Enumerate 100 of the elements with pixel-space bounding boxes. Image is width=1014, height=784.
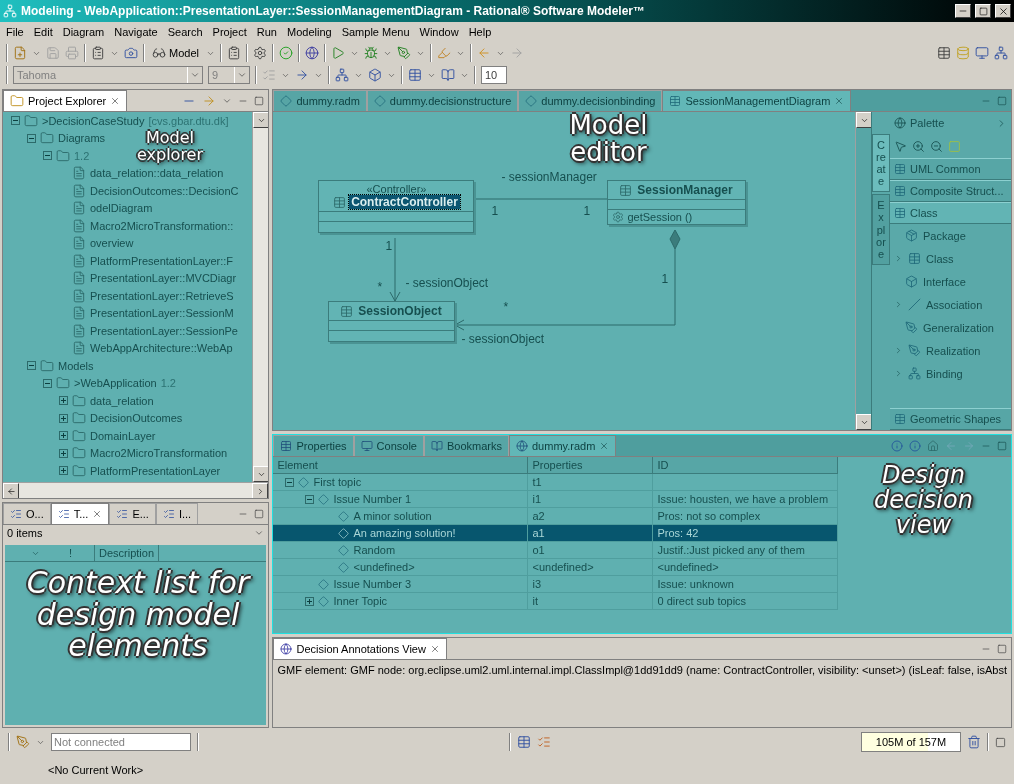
tree-item[interactable]: PlatformPresentationLayer::F [90,254,234,267]
tree-item[interactable]: >WebApplication [74,377,157,390]
panel-tab[interactable]: T... [50,503,110,524]
tree-item[interactable]: Macro2MicroTransformation:: [90,219,234,232]
menu-item[interactable]: File [6,26,24,38]
table-cell[interactable]: An amazing solution! [273,525,529,542]
monitor-icon[interactable] [975,46,989,60]
editor-tab[interactable]: dummy.radm [273,90,367,111]
menu-item[interactable]: Help [468,26,492,38]
palette-side-tab[interactable]: Explore [872,194,890,265]
panel-tab[interactable]: E... [109,503,156,524]
tree-item[interactable]: data_relation::data_relation [90,167,224,180]
run-icon[interactable] [330,46,345,60]
info-icon[interactable] [891,439,903,452]
maximize-icon[interactable] [997,643,1007,654]
table-cell[interactable]: Random [273,542,529,559]
column-header[interactable]: ! [65,545,95,562]
palette-tool[interactable]: Class [890,247,1011,270]
menu-item[interactable]: Edit [33,26,53,38]
editor-tab[interactable]: dummy.decisionbinding [518,90,663,111]
expand-toggle-icon[interactable] [305,596,315,606]
clipboard-icon[interactable] [226,46,241,60]
column-header[interactable]: Element [273,457,529,474]
expand-toggle-icon[interactable] [285,477,295,487]
editor-tab[interactable]: SessionManagementDiagram [662,90,852,111]
maximize-button[interactable] [975,4,991,18]
tree-item[interactable]: WebAppArchitecture::WebAp [90,342,233,355]
expand-toggle-icon[interactable] [27,133,36,143]
column-header[interactable]: Description [95,545,160,562]
table-cell[interactable]: First topic [273,474,529,491]
info-icon[interactable] [909,439,921,452]
menu-item[interactable]: Search [167,26,203,38]
table-cell[interactable]: Issue Number 3 [273,576,529,593]
menu-item[interactable]: Navigate [114,26,158,38]
print-icon[interactable] [65,46,79,60]
expand-toggle-icon[interactable] [59,431,68,441]
maximize-icon[interactable] [254,508,265,519]
menu-item[interactable]: Window [419,26,459,38]
palette-tool[interactable]: Binding [890,362,1011,385]
palette-tool[interactable]: Generalization [890,316,1011,339]
menu-item[interactable]: Diagram [62,26,105,38]
scroll-right-button[interactable] [252,483,269,498]
panel-tab[interactable]: Properties [273,435,354,456]
expand-toggle-icon[interactable] [59,466,68,476]
diagram-icon[interactable] [994,46,1008,60]
expand-toggle-icon[interactable] [59,448,68,458]
globe-icon[interactable] [304,46,319,60]
class-name[interactable]: ContractController [349,195,460,209]
tree-item[interactable]: DecisionOutcomes [90,412,183,425]
tree-item[interactable]: DomainLayer [90,429,156,442]
select-icon[interactable] [894,139,907,153]
tree-item[interactable]: PresentationLayer::SessionM [90,307,234,320]
home-icon[interactable] [927,439,939,452]
class-box[interactable]: SessionObject [328,301,456,342]
scroll-down-button[interactable] [253,466,269,482]
scroll-up-button[interactable] [856,112,872,128]
class-name[interactable]: SessionManager [635,183,735,197]
palette-drawer[interactable]: Composite Struct... [890,180,1011,202]
tree-item[interactable]: PresentationLayer::SessionPe [90,324,238,337]
expand-toggle-icon[interactable] [43,378,52,388]
table-icon[interactable] [937,46,951,60]
expand-toggle-icon[interactable] [27,361,36,371]
class-name[interactable]: SessionObject [356,304,444,318]
tree-item[interactable]: odelDiagram [90,202,153,215]
panel-tab[interactable]: Bookmarks [423,435,509,456]
expand-toggle-icon[interactable] [59,396,68,406]
database-icon[interactable] [956,46,970,60]
tree-item[interactable]: data_relation [90,394,154,407]
debug-icon[interactable] [363,46,378,60]
tree-item[interactable]: overview [90,237,134,250]
close-icon[interactable] [834,96,845,106]
palette-tool[interactable]: Package [890,224,1011,247]
palette-drawer[interactable]: UML Common [890,158,1011,180]
expand-toggle-icon[interactable] [305,494,315,504]
close-button[interactable] [995,4,1011,18]
forward-icon[interactable] [509,46,524,60]
table-cell[interactable]: Inner Topic [273,593,529,610]
minimize-button[interactable] [955,4,971,18]
scroll-left-button[interactable] [3,483,19,498]
class-box[interactable]: «Controller» ContractController [318,180,475,233]
menu-item[interactable]: Modeling [287,26,332,38]
tree-item[interactable]: Diagrams [58,132,106,145]
panel-tab[interactable]: O... [3,503,51,524]
close-icon[interactable] [429,644,440,654]
garbage-collect-icon[interactable] [967,735,981,749]
expand-toggle-icon[interactable] [59,413,68,423]
tree-item[interactable]: PresentationLayer::MVCDiagr [90,272,237,285]
tree-item[interactable]: >DecisionCaseStudy [42,114,145,127]
save-icon[interactable] [46,46,60,60]
close-icon[interactable] [599,441,610,451]
zoom-out-icon[interactable] [930,139,943,153]
close-icon[interactable] [110,96,121,106]
editor-tab[interactable]: dummy.decisionstructure [366,90,519,111]
panel-tab[interactable]: Decision Annotations View [273,638,447,659]
maximize-icon[interactable] [254,95,265,106]
tree-item[interactable]: PresentationLayer::RetrieveS [90,289,234,302]
font-name-combo[interactable]: Tahoma [13,66,203,84]
tree-item[interactable]: PlatformPresentationLayer [90,464,221,477]
class-box[interactable]: SessionManager getSession () [607,180,747,225]
panel-tab[interactable]: I... [155,503,199,524]
